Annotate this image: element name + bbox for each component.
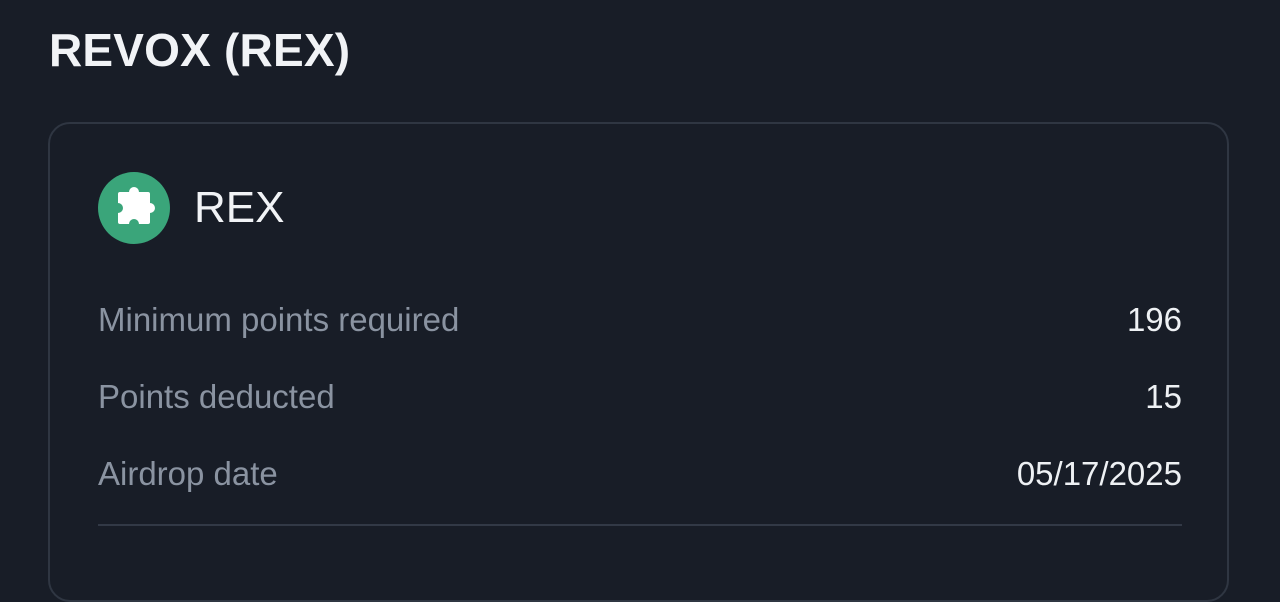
divider <box>98 524 1182 526</box>
token-symbol: REX <box>194 183 285 232</box>
detail-row-points-deducted: Points deducted 15 <box>98 358 1182 435</box>
details-list: Minimum points required 196 Points deduc… <box>98 281 1182 512</box>
detail-label: Airdrop date <box>98 454 278 492</box>
token-logo <box>98 172 170 244</box>
puzzle-piece-icon <box>113 187 155 229</box>
detail-value: 05/17/2025 <box>1016 454 1182 492</box>
airdrop-card: REX Minimum points required 196 Points d… <box>48 122 1229 602</box>
detail-row-min-points: Minimum points required 196 <box>98 281 1182 358</box>
detail-value: 15 <box>1145 377 1182 415</box>
page-title: REVOX (REX) <box>49 24 351 76</box>
detail-label: Points deducted <box>98 377 335 415</box>
detail-label: Minimum points required <box>98 300 460 338</box>
detail-row-airdrop-date: Airdrop date 05/17/2025 <box>98 435 1182 512</box>
token-header: REX <box>98 172 284 244</box>
detail-value: 196 <box>1126 300 1182 338</box>
